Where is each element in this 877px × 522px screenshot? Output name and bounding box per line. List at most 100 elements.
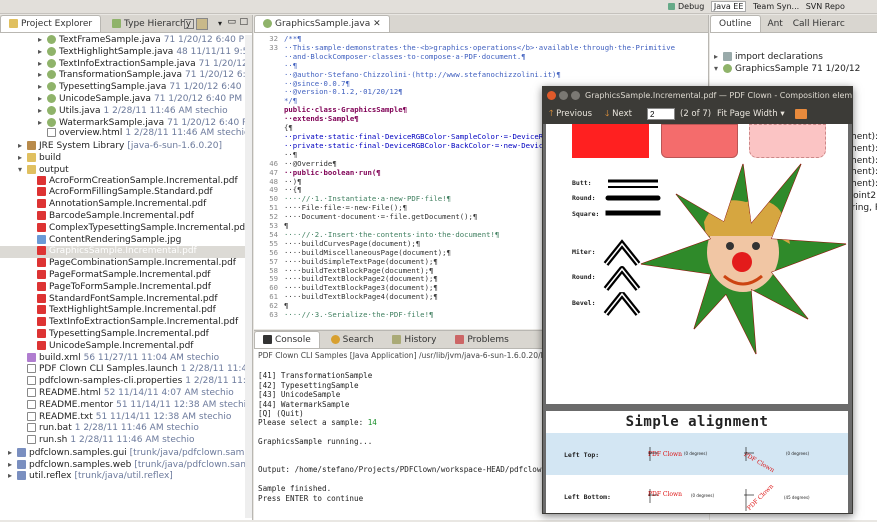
tab-history[interactable]: History (384, 332, 444, 349)
expand-right-icon[interactable]: ▸ (38, 81, 47, 93)
tree-item[interactable]: UnicodeSample.Incremental.pdf (0, 340, 252, 353)
link-editor-icon[interactable] (196, 18, 208, 30)
tree-item[interactable]: ContentRenderingSample.jpg (0, 234, 252, 247)
viewer-title: GraphicsSample.Incremental.pdf — PDF Clo… (585, 91, 852, 100)
expand-right-icon[interactable]: ▸ (38, 69, 47, 81)
code-text: ··@version·0.1.2,·01/20/12¶ (284, 87, 403, 97)
tree-item[interactable]: ▸ JRE System Library [java-6-sun-1.6.0.20] (0, 140, 252, 152)
tree-item[interactable]: StandardFontSample.Incremental.pdf (0, 293, 252, 306)
tree-item[interactable]: ▸ pdfclown.samples.gui [trunk/java/pdfclow… (0, 447, 252, 459)
debug-perspective[interactable]: Debug (668, 2, 704, 11)
expand-right-icon[interactable]: ▸ (8, 470, 17, 482)
expand-right-icon[interactable]: ▸ (8, 447, 17, 459)
tree-item[interactable]: run.sh 1 2/28/11 11:46 AM stechio (0, 435, 252, 447)
tree-item[interactable]: README.txt 51 11/14/11 12:38 AM stechio (0, 411, 252, 424)
expand-right-icon[interactable]: ▸ (18, 152, 27, 164)
tree-item[interactable]: ▸ TextInfoExtractionSample.java 71 1/20/12… (0, 58, 252, 70)
window-close-button[interactable] (547, 91, 556, 100)
crosshair-markers (648, 447, 754, 511)
tree-item[interactable]: PageFormatSample.Incremental.pdf (0, 269, 252, 282)
tree-item[interactable]: TextInfoExtractionSample.Incremental.pdf (0, 317, 252, 329)
hierarchy-icon (112, 19, 122, 28)
expand-down-icon[interactable]: ▾ (18, 164, 27, 176)
tree-item[interactable]: ▸ TextFrameSample.java71 1/20/12 6:40 PM … (0, 34, 252, 46)
collapse-all-icon[interactable] (184, 19, 194, 29)
tree-item[interactable]: TextHighlightSample.Incremental.pdf (0, 305, 252, 317)
window-minimize-button[interactable] (559, 91, 568, 100)
tab-problems[interactable]: Problems (447, 332, 516, 349)
tab-graphics-sample-java[interactable]: GraphicsSample.java ✕ (254, 15, 390, 32)
view-menu-icon[interactable]: ▾ (218, 19, 222, 28)
explorer-scrollbar[interactable] (245, 35, 252, 518)
expand-right-icon[interactable]: ▸ (38, 58, 47, 70)
explorer-tabbar: Project Explorer Type Hierarchy ▾ ▭ □ (0, 15, 252, 33)
zoom-select[interactable]: Fit Page Width ▾ (717, 104, 785, 124)
tree-item[interactable]: ▸ build (0, 152, 252, 164)
tree-item[interactable]: AcroFormCreationSample.Incremental.pdf (0, 175, 252, 188)
tree-item[interactable]: build.xml 56 11/27/11 11:04 AM stechio (0, 352, 252, 365)
expand-right-icon[interactable]: ▸ (38, 105, 47, 117)
tree-item[interactable]: BarcodeSample.Incremental.pdf (0, 210, 252, 223)
open-folder-icon[interactable] (795, 109, 807, 119)
line-number: 33 (269, 42, 278, 52)
tree-item[interactable]: overview.html 1 2/28/11 11:46 AM stechio (0, 128, 252, 140)
tree-item-label: AcroFormCreationSample.Incremental.pdf (49, 175, 238, 186)
tree-item[interactable]: ▸ util.reflex [trunk/java/util.reflex] (0, 470, 252, 482)
tree-item[interactable]: TypesettingSample.Incremental.pdf (0, 328, 252, 341)
expand-right-icon[interactable]: ▸ (38, 117, 47, 129)
tree-item[interactable]: PDF Clown CLI Samples.launch 1 2/28/11 11… (0, 364, 252, 376)
tree-item[interactable]: ▸ TransformationSample.java71 1/20/12 6:4… (0, 69, 252, 81)
tree-item[interactable]: README.mentor 51 11/14/11 12:38 AM stechi… (0, 399, 252, 412)
tree-item[interactable]: ▾ output (0, 164, 252, 176)
expand-right-icon[interactable]: ▸ (18, 140, 27, 152)
close-icon[interactable]: ✕ (373, 19, 381, 29)
outline-item-class[interactable]: ▾ GraphicsSample 71 1/20/12 (714, 63, 877, 75)
window-maximize-button[interactable] (571, 91, 580, 100)
page-number-input[interactable] (647, 108, 675, 120)
tree-item[interactable]: AnnotationSample.Incremental.pdf (0, 199, 252, 211)
tree-item[interactable]: ComplexTypesettingSample.Incremental.pdf (0, 222, 252, 235)
tree-item[interactable]: ▸ WatermarkSample.java71 1/20/12 6:40 PM … (0, 117, 252, 129)
tree-item[interactable]: GraphicsSample.Incremental.pdf (0, 246, 252, 259)
tree-item[interactable]: ▸ UnicodeSample.java71 1/20/12 6:40 PM st… (0, 93, 252, 105)
tab-search[interactable]: Search (323, 332, 382, 349)
maximize-icon[interactable]: □ (239, 17, 248, 27)
tree-item[interactable]: PageCombinationSample.Incremental.pdf (0, 258, 252, 270)
code-text: ····buildMiscellaneousPage(document);¶ (284, 247, 451, 257)
tab-project-explorer[interactable]: Project Explorer (0, 15, 102, 32)
tab-ant[interactable]: Ant (763, 16, 786, 33)
tab-call-hierarchy[interactable]: Call Hierarc (790, 16, 848, 33)
team-sync-perspective[interactable]: Team Syn... (753, 2, 799, 11)
javaee-perspective[interactable]: Java EE (710, 1, 747, 12)
svn-repo-perspective[interactable]: SVN Repo (806, 2, 845, 11)
import-icon (723, 52, 732, 61)
minimize-icon[interactable]: ▭ (227, 17, 236, 27)
tree-item[interactable]: ▸ pdfclown.samples.web [trunk/java/pdfclow… (0, 459, 252, 471)
expand-right-icon[interactable]: ▸ (8, 459, 17, 471)
code-text: ··¶ (284, 149, 298, 159)
tree-item[interactable]: PageToFormSample.Incremental.pdf (0, 281, 252, 294)
pdf-page-area[interactable]: Butt: Round: Square: Miter: Round: Bevel… (543, 124, 852, 513)
tree-item[interactable]: README.html 52 11/14/11 4:07 AM stechio (0, 387, 252, 400)
expand-right-icon[interactable]: ▸ (38, 46, 47, 58)
tree-item[interactable]: ▸ TextHighlightSample.java48 11/11/11 9:5… (0, 46, 252, 58)
code-text: ··private·static·final·DeviceRGBColor·Ba… (284, 140, 561, 150)
tree-item[interactable]: ▸ TypesettingSample.java71 1/20/12 6:40 P… (0, 81, 252, 93)
expand-right-icon[interactable]: ▸ (38, 34, 47, 46)
arrow-up-icon: 🡑 (549, 109, 554, 119)
tab-console[interactable]: Console (254, 331, 320, 348)
tree-item[interactable]: AcroFormFillingSample.Standard.pdf (0, 187, 252, 199)
tree-item[interactable]: ▸ Utils.java 1 2/28/11 11:46 AM stechio (0, 105, 252, 117)
previous-button[interactable]: 🡑 Previous (549, 104, 592, 124)
tree-item-meta: 71 1/20/12 6:40 PM stechio (198, 58, 252, 69)
tree-item-label: ComplexTypesettingSample.Incremental.pdf (49, 222, 249, 233)
next-button[interactable]: 🡓 Next (605, 104, 632, 124)
code-text: ··extends·Sample¶ (284, 114, 359, 124)
expand-right-icon[interactable]: ▸ (38, 93, 47, 105)
tab-outline[interactable]: Outline (710, 15, 761, 32)
tree-item[interactable]: pdfclown-samples-cli.properties 1 2/28/11… (0, 376, 252, 388)
outline-item-imports[interactable]: ▸ import declarations (714, 51, 877, 63)
code-text: ····buildTextBlockPage2(document);¶ (284, 274, 438, 284)
tree-item[interactable]: run.bat 1 2/28/11 11:46 AM stechio (0, 423, 252, 435)
tree-item-label: TransformationSample.java (59, 70, 182, 81)
